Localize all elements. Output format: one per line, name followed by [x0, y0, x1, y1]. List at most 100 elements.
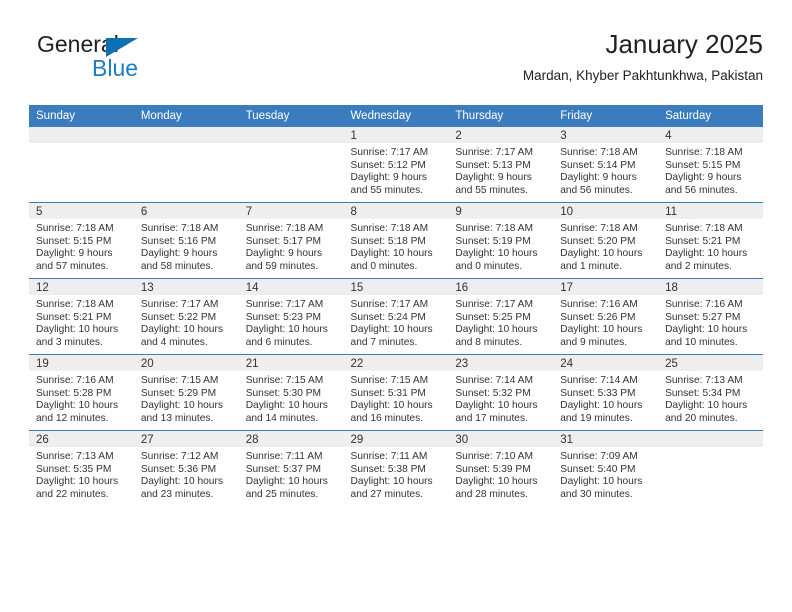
calendar-day-cell[interactable]: 31 Sunrise: 7:09 AM Sunset: 5:40 PM Dayligh…: [553, 430, 659, 506]
daylight-text: Daylight: 10 hours and 16 minutes.: [350, 400, 433, 424]
day-details: Sunrise: 7:16 AM Sunset: 5:28 PM Daylight:…: [29, 371, 134, 425]
sunrise-text: Sunrise: 7:17 AM: [455, 299, 533, 310]
sunrise-text: Sunrise: 7:18 AM: [36, 299, 114, 310]
day-details: Sunrise: 7:13 AM Sunset: 5:34 PM Daylight:…: [658, 371, 763, 425]
calendar-day-cell[interactable]: 22 Sunrise: 7:15 AM Sunset: 5:31 PM Dayligh…: [343, 354, 449, 431]
sunrise-text: Sunrise: 7:17 AM: [350, 147, 429, 158]
day-details: Sunrise: 7:15 AM Sunset: 5:29 PM Daylight:…: [134, 371, 239, 425]
calendar-week-row: 12 Sunrise: 7:18 AM Sunset: 5:21 PM Dayligh…: [29, 278, 763, 355]
calendar-day-cell[interactable]: 7 Sunrise: 7:18 AM Sunset: 5:17 PM Daylight…: [238, 202, 344, 279]
day-number: 25: [658, 355, 763, 371]
day-details: Sunrise: 7:09 AM Sunset: 5:40 PM Daylight:…: [553, 447, 658, 501]
calendar-day-cell[interactable]: 12 Sunrise: 7:18 AM Sunset: 5:21 PM Dayligh…: [29, 278, 134, 355]
brand-name-blue: Blue: [92, 55, 139, 81]
calendar-day-cell[interactable]: 26 Sunrise: 7:13 AM Sunset: 5:35 PM Dayligh…: [29, 430, 134, 506]
sunset-text: Sunset: 5:24 PM: [350, 311, 426, 323]
day-number: 7: [238, 203, 344, 219]
daylight-text: Daylight: 9 hours and 57 minutes.: [36, 248, 113, 272]
weekday-header-wednesday: Wednesday: [343, 105, 449, 127]
sunset-text: Sunset: 5:31 PM: [350, 387, 426, 399]
calendar-day-cell[interactable]: 18 Sunrise: 7:16 AM Sunset: 5:27 PM Dayligh…: [658, 278, 763, 355]
day-details: Sunrise: 7:14 AM Sunset: 5:32 PM Daylight:…: [448, 371, 553, 425]
day-details: Sunrise: 7:17 AM Sunset: 5:13 PM Daylight:…: [448, 143, 553, 197]
daylight-text: Daylight: 9 hours and 55 minutes.: [455, 172, 532, 196]
weekday-header-friday: Friday: [553, 105, 659, 127]
sunset-text: Sunset: 5:21 PM: [36, 311, 112, 323]
sunrise-text: Sunrise: 7:17 AM: [350, 299, 429, 310]
day-number: 20: [133, 355, 239, 371]
calendar-day-cell[interactable]: 6 Sunrise: 7:18 AM Sunset: 5:16 PM Daylight…: [133, 202, 239, 279]
daylight-text: Daylight: 10 hours and 23 minutes.: [140, 476, 223, 500]
sunrise-text: Sunrise: 7:16 AM: [36, 375, 114, 386]
calendar-grid: Sunday Monday Tuesday Wednesday Thursday…: [29, 105, 763, 506]
calendar-day-cell[interactable]: 20 Sunrise: 7:15 AM Sunset: 5:29 PM Dayligh…: [133, 354, 239, 431]
page-title: January 2025: [605, 29, 763, 59]
calendar-day-cell[interactable]: 28 Sunrise: 7:11 AM Sunset: 5:37 PM Dayligh…: [238, 430, 344, 506]
calendar-day-cell[interactable]: 17 Sunrise: 7:16 AM Sunset: 5:26 PM Dayligh…: [553, 278, 659, 355]
calendar-day-cell[interactable]: 5 Sunrise: 7:18 AM Sunset: 5:15 PM Daylight…: [29, 202, 134, 279]
sunset-text: Sunset: 5:40 PM: [560, 463, 636, 475]
sunset-text: Sunset: 5:39 PM: [455, 463, 531, 475]
calendar-day-cell[interactable]: 2 Sunrise: 7:17 AM Sunset: 5:13 PM Daylight…: [448, 126, 554, 203]
calendar-day-cell[interactable]: 1 Sunrise: 7:17 AM Sunset: 5:12 PM Daylight…: [343, 126, 449, 203]
calendar-day-cell[interactable]: 11 Sunrise: 7:18 AM Sunset: 5:21 PM Dayligh…: [658, 202, 763, 279]
weekday-header-saturday: Saturday: [658, 105, 763, 127]
daylight-text: Daylight: 10 hours and 30 minutes.: [560, 476, 643, 500]
calendar-day-cell[interactable]: 27 Sunrise: 7:12 AM Sunset: 5:36 PM Dayligh…: [133, 430, 239, 506]
day-details: Sunrise: 7:17 AM Sunset: 5:23 PM Daylight:…: [239, 295, 344, 349]
sunrise-text: Sunrise: 7:14 AM: [455, 375, 533, 386]
calendar-day-cell[interactable]: 8 Sunrise: 7:18 AM Sunset: 5:18 PM Daylight…: [343, 202, 449, 279]
daylight-text: Daylight: 10 hours and 12 minutes.: [36, 400, 119, 424]
daylight-text: Daylight: 9 hours and 55 minutes.: [350, 172, 427, 196]
sunset-text: Sunset: 5:12 PM: [350, 159, 426, 171]
calendar-day-cell-empty: [238, 126, 344, 203]
day-number: 21: [238, 355, 344, 371]
daylight-text: Daylight: 10 hours and 1 minute.: [560, 248, 643, 272]
daylight-text: Daylight: 10 hours and 3 minutes.: [36, 324, 119, 348]
day-details: Sunrise: 7:12 AM Sunset: 5:36 PM Daylight:…: [134, 447, 239, 501]
calendar-day-cell[interactable]: 21 Sunrise: 7:15 AM Sunset: 5:30 PM Dayligh…: [238, 354, 344, 431]
daylight-text: Daylight: 10 hours and 7 minutes.: [350, 324, 433, 348]
calendar-week-row: 26 Sunrise: 7:13 AM Sunset: 5:35 PM Dayligh…: [29, 430, 763, 506]
calendar-day-cell[interactable]: 4 Sunrise: 7:18 AM Sunset: 5:15 PM Daylight…: [658, 126, 763, 203]
day-number: 16: [448, 279, 554, 295]
page-header: General Blue January 2025 Mardan, Khyber…: [29, 28, 763, 98]
sunrise-text: Sunrise: 7:17 AM: [140, 299, 219, 310]
sunset-text: Sunset: 5:21 PM: [665, 235, 741, 247]
day-details: Sunrise: 7:18 AM Sunset: 5:18 PM Daylight:…: [344, 219, 449, 273]
calendar-day-cell[interactable]: 25 Sunrise: 7:13 AM Sunset: 5:34 PM Dayligh…: [658, 354, 763, 431]
calendar-week-row: 1 Sunrise: 7:17 AM Sunset: 5:12 PM Daylight…: [29, 126, 763, 203]
day-details: Sunrise: 7:17 AM Sunset: 5:25 PM Daylight:…: [448, 295, 553, 349]
day-details: Sunrise: 7:16 AM Sunset: 5:26 PM Daylight:…: [553, 295, 658, 349]
calendar-day-cell[interactable]: 29 Sunrise: 7:11 AM Sunset: 5:38 PM Dayligh…: [343, 430, 449, 506]
title-block: January 2025 Mardan, Khyber Pakhtunkhwa,…: [523, 28, 763, 86]
sunrise-text: Sunrise: 7:18 AM: [36, 223, 114, 234]
calendar-day-cell-empty: [658, 430, 763, 506]
calendar-day-cell[interactable]: 16 Sunrise: 7:17 AM Sunset: 5:25 PM Dayligh…: [448, 278, 554, 355]
calendar-day-cell[interactable]: 13 Sunrise: 7:17 AM Sunset: 5:22 PM Dayligh…: [133, 278, 239, 355]
sunrise-text: Sunrise: 7:11 AM: [350, 451, 428, 462]
calendar-day-cell[interactable]: 3 Sunrise: 7:18 AM Sunset: 5:14 PM Daylight…: [553, 126, 659, 203]
calendar-day-cell[interactable]: 24 Sunrise: 7:14 AM Sunset: 5:33 PM Dayligh…: [553, 354, 659, 431]
sunrise-text: Sunrise: 7:18 AM: [560, 147, 638, 158]
day-number: 6: [133, 203, 239, 219]
sunset-text: Sunset: 5:18 PM: [350, 235, 426, 247]
calendar-day-cell[interactable]: 14 Sunrise: 7:17 AM Sunset: 5:23 PM Dayligh…: [238, 278, 344, 355]
calendar-day-cell[interactable]: 23 Sunrise: 7:14 AM Sunset: 5:32 PM Dayligh…: [448, 354, 554, 431]
sunset-text: Sunset: 5:34 PM: [665, 387, 741, 399]
sunrise-text: Sunrise: 7:18 AM: [665, 223, 743, 234]
day-details: Sunrise: 7:18 AM Sunset: 5:17 PM Daylight:…: [239, 219, 344, 273]
sunrise-text: Sunrise: 7:16 AM: [560, 299, 638, 310]
calendar-day-cell[interactable]: 19 Sunrise: 7:16 AM Sunset: 5:28 PM Dayligh…: [29, 354, 134, 431]
calendar-day-cell[interactable]: 9 Sunrise: 7:18 AM Sunset: 5:19 PM Daylight…: [448, 202, 554, 279]
daylight-text: Daylight: 10 hours and 9 minutes.: [560, 324, 643, 348]
sunset-text: Sunset: 5:29 PM: [140, 387, 217, 399]
sunset-text: Sunset: 5:22 PM: [140, 311, 217, 323]
brand-logo[interactable]: General Blue: [29, 32, 289, 90]
daylight-text: Daylight: 9 hours and 56 minutes.: [560, 172, 637, 196]
calendar-day-cell[interactable]: 15 Sunrise: 7:17 AM Sunset: 5:24 PM Dayligh…: [343, 278, 449, 355]
calendar-day-cell[interactable]: 30 Sunrise: 7:10 AM Sunset: 5:39 PM Dayligh…: [448, 430, 554, 506]
day-details: Sunrise: 7:10 AM Sunset: 5:39 PM Daylight:…: [448, 447, 553, 501]
calendar-day-cell[interactable]: 10 Sunrise: 7:18 AM Sunset: 5:20 PM Dayligh…: [553, 202, 659, 279]
day-number: 14: [238, 279, 344, 295]
